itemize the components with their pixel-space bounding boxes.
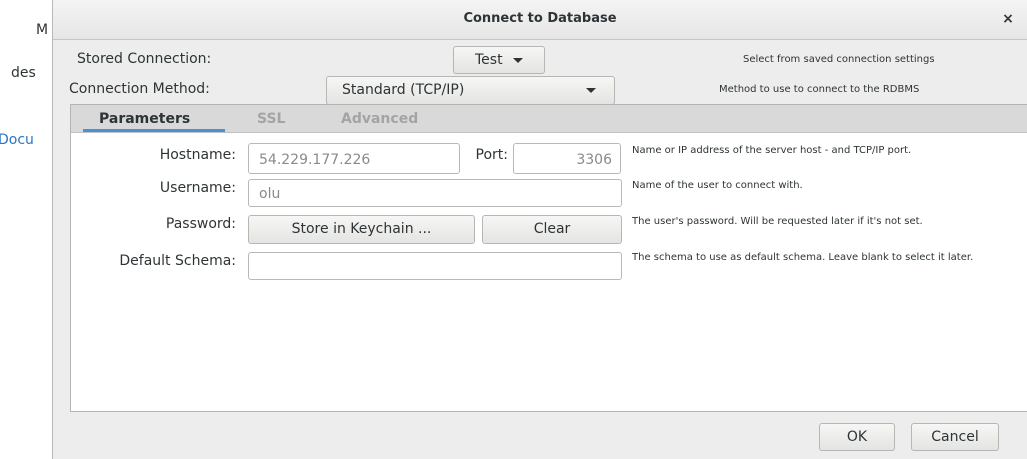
background-text-m: M xyxy=(36,22,49,38)
connection-method-label: Connection Method: xyxy=(69,81,210,97)
stored-connection-value: Test xyxy=(474,52,503,68)
hostname-input[interactable]: 54.229.177.226 xyxy=(248,143,460,174)
dialog-titlebar: Connect to Database × xyxy=(53,0,1027,40)
username-label: Username: xyxy=(159,180,236,196)
default-schema-hint: The schema to use as default schema. Lea… xyxy=(632,252,974,263)
connection-method-hint: Method to use to connect to the RDBMS xyxy=(719,84,920,95)
connection-method-dropdown[interactable]: Standard (TCP/IP) xyxy=(326,76,615,105)
tab-parameters[interactable]: Parameters xyxy=(99,111,190,127)
connection-method-value: Standard (TCP/IP) xyxy=(342,82,465,98)
hostname-hint: Name or IP address of the server host - … xyxy=(632,145,912,156)
default-schema-label: Default Schema: xyxy=(119,253,236,269)
username-input[interactable]: olu xyxy=(248,179,622,207)
dialog-title: Connect to Database xyxy=(463,11,617,26)
active-tab-indicator xyxy=(83,129,225,132)
port-input[interactable]: 3306 xyxy=(513,143,621,174)
clear-password-button[interactable]: Clear xyxy=(482,215,622,244)
hostname-label: Hostname: xyxy=(159,147,236,163)
parameters-panel: Parameters SSL Advanced Hostname: 54.229… xyxy=(70,104,1027,412)
connect-dialog: Connect to Database × Stored Connection:… xyxy=(52,0,1027,459)
username-hint: Name of the user to connect with. xyxy=(632,180,803,191)
chevron-down-icon xyxy=(513,57,524,63)
ok-button[interactable]: OK xyxy=(819,423,895,451)
port-label: Port: xyxy=(475,147,508,163)
password-hint: The user's password. Will be requested l… xyxy=(632,216,923,227)
background-link-docu[interactable]: Docu xyxy=(0,132,34,148)
default-schema-input[interactable] xyxy=(248,252,622,280)
store-in-keychain-button[interactable]: Store in Keychain ... xyxy=(248,215,475,244)
tab-ssl[interactable]: SSL xyxy=(257,111,285,127)
tab-bar: Parameters SSL Advanced xyxy=(71,105,1027,133)
stored-connection-hint: Select from saved connection settings xyxy=(743,54,935,65)
chevron-down-icon xyxy=(586,88,596,93)
tab-advanced[interactable]: Advanced xyxy=(341,111,418,127)
close-icon[interactable]: × xyxy=(999,10,1017,28)
background-text-des: des xyxy=(11,65,36,81)
password-label: Password: xyxy=(165,216,236,232)
stored-connection-label: Stored Connection: xyxy=(77,51,212,67)
stored-connection-dropdown[interactable]: Test xyxy=(453,46,545,74)
cancel-button[interactable]: Cancel xyxy=(911,423,999,451)
